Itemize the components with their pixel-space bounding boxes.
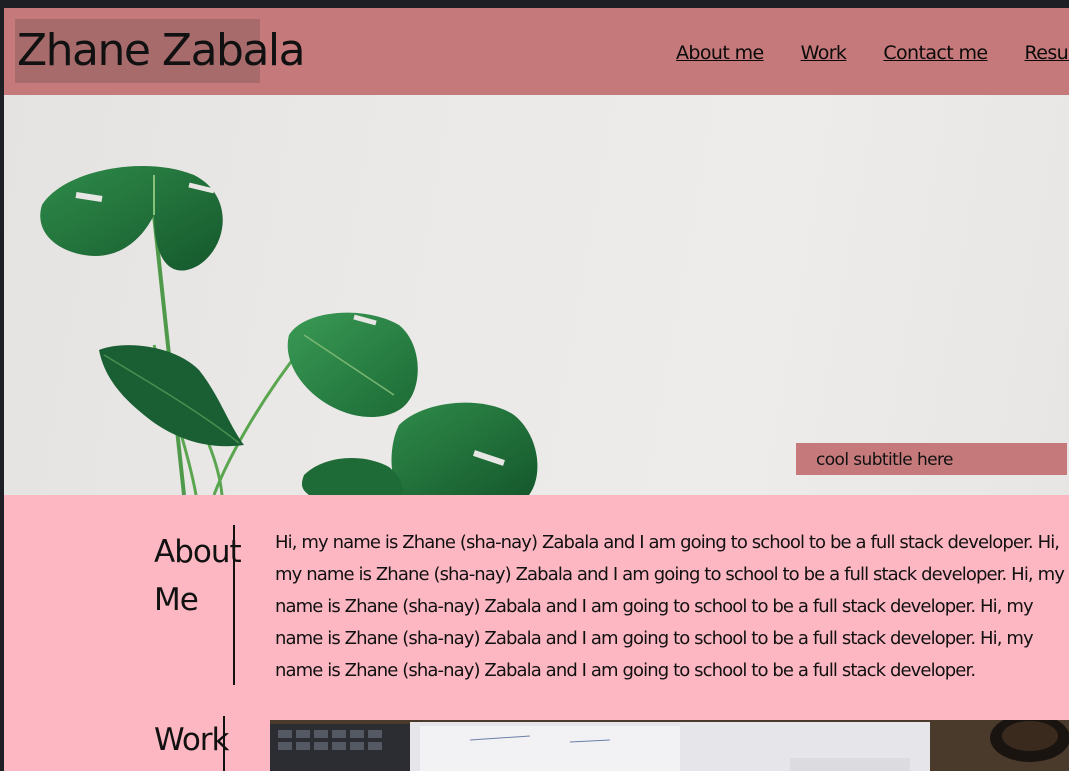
work-divider: [223, 716, 225, 771]
about-paragraph: Hi, my name is Zhane (sha-nay) Zabala an…: [275, 532, 1065, 681]
nav-link-work[interactable]: Work: [801, 38, 847, 68]
hero-banner: cool subtitle here: [4, 95, 1069, 495]
about-heading: About Me: [154, 534, 242, 618]
desk-photo-image: [270, 720, 1069, 771]
nav-link-resume[interactable]: Resume: [1025, 38, 1069, 68]
nav-link-about[interactable]: About me: [676, 38, 764, 68]
page-frame: Zhane Zabala About me Work Contact me Re…: [4, 8, 1069, 771]
main-nav: About me Work Contact me Resume: [676, 38, 1069, 68]
work-image[interactable]: [270, 720, 1069, 771]
site-title[interactable]: Zhane Zabala: [15, 19, 306, 83]
hero-subtitle: cool subtitle here: [816, 450, 953, 470]
hero-subtitle-box: cool subtitle here: [796, 443, 1067, 475]
hero-plant-image: [40, 166, 538, 495]
about-divider: [233, 525, 235, 685]
work-heading: Work: [154, 722, 229, 758]
nav-link-contact[interactable]: Contact me: [883, 38, 988, 68]
site-header: Zhane Zabala About me Work Contact me Re…: [4, 8, 1069, 95]
